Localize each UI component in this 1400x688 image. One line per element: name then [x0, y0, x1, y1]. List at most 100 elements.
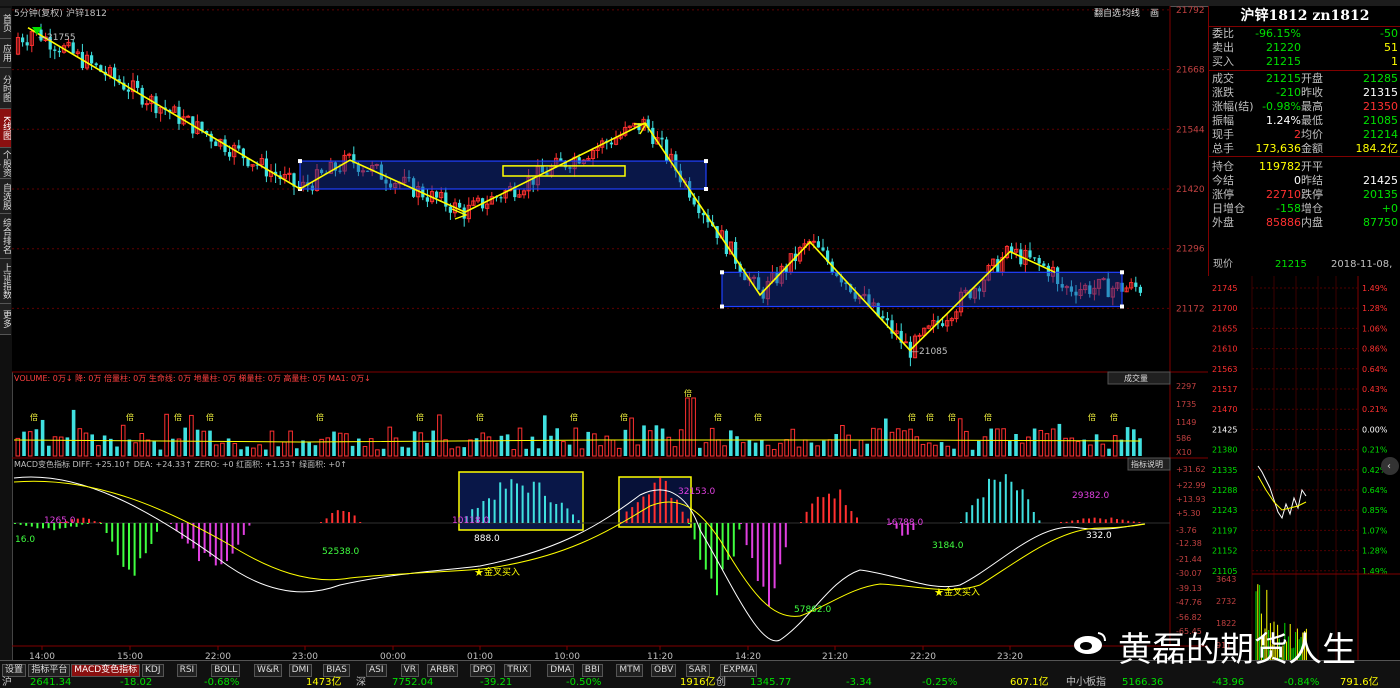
mini-pct-tick: 0.85%	[1362, 506, 1388, 515]
indicator-tab-3[interactable]: KDJ	[142, 664, 164, 677]
index-value: 创	[716, 677, 726, 688]
quote-row: 总手 173,636 金额 184.2亿	[1209, 142, 1400, 156]
volume-bar	[790, 428, 796, 457]
volume-bar	[22, 431, 26, 456]
indicator-tab-16[interactable]: MTM	[616, 664, 644, 677]
macd-bar	[499, 482, 502, 523]
quote-row: 委比 -96.15% -50	[1209, 27, 1400, 41]
quote-v: 0	[1294, 174, 1301, 187]
indicator-tab-2[interactable]: MACD变色指标	[71, 664, 141, 677]
indicator-tab-14[interactable]: DMA	[547, 664, 575, 677]
macd-histogram	[12, 474, 1170, 642]
volume-bar	[642, 425, 646, 456]
volume-bar	[486, 436, 492, 457]
indicator-tab-1[interactable]: 指标平台	[28, 664, 71, 677]
quote-l2: 跌停	[1301, 188, 1323, 201]
volume-bei-label: 倍	[476, 412, 484, 422]
indicator-tab-8[interactable]: BIAS	[323, 664, 350, 677]
indicator-tab-18[interactable]: SAR	[685, 664, 710, 677]
quote-v2: 51	[1384, 41, 1398, 54]
quote-l: 委比	[1212, 27, 1234, 40]
volume-bar	[251, 447, 256, 457]
volume-bar	[771, 448, 777, 457]
macd-bar	[648, 494, 650, 523]
indicator-tab-12[interactable]: DPO	[469, 664, 496, 677]
macd-bar	[320, 522, 322, 523]
quote-l: 外盘	[1212, 216, 1234, 229]
volume-bar	[871, 427, 876, 457]
candle-body	[435, 191, 439, 198]
volume-bar	[760, 439, 764, 456]
macd-bar	[336, 510, 339, 523]
macd-bar	[555, 503, 558, 523]
indicator-tab-17[interactable]: OBV	[651, 664, 677, 677]
macd-value-label: 57862.0	[794, 605, 831, 615]
index-value: -43.96	[1212, 677, 1245, 688]
candle-body	[25, 42, 29, 46]
candle-body	[1138, 286, 1142, 293]
volume-bar	[902, 430, 907, 457]
macd-bar	[577, 520, 580, 523]
volume-bar	[970, 449, 975, 456]
candle-body	[144, 103, 149, 106]
volume-bar	[995, 428, 1000, 457]
indicator-tab-13[interactable]: TRIX	[504, 664, 531, 677]
quote-v2: 184.2亿	[1355, 142, 1399, 155]
candle-body	[1033, 257, 1037, 259]
macd-bar	[1127, 520, 1130, 523]
indicator-tab-10[interactable]: VR	[400, 664, 420, 677]
volume-bei-label: 倍	[620, 412, 628, 422]
volume-bar	[698, 447, 702, 456]
volume-bar	[307, 442, 311, 456]
quote-row: 外盘 85886 内盘 87750	[1209, 216, 1400, 230]
macd-tick: -56.82	[1176, 613, 1202, 622]
indicator-tab-0[interactable]: 设置	[2, 664, 27, 677]
mini-price-tick: 21563	[1212, 365, 1237, 374]
indicator-tab-15[interactable]: BBI	[581, 664, 603, 677]
quote-l: 持仓	[1212, 160, 1234, 173]
box-handle	[704, 159, 708, 164]
time-tick: 01:00	[467, 652, 493, 660]
macd-bar	[1093, 517, 1096, 523]
mini-pct-tick: 1.28%	[1362, 547, 1388, 556]
macd-bar	[111, 523, 114, 542]
macd-bar	[209, 523, 212, 557]
macd-bar	[756, 523, 759, 582]
macd-bar	[532, 481, 535, 523]
indicator-tab-6[interactable]: W&R	[254, 664, 283, 677]
toolbar-button-2: 画	[1150, 8, 1159, 19]
quote-v: -158	[1276, 202, 1301, 215]
macd-bar	[144, 523, 147, 554]
candle-body	[1037, 258, 1041, 264]
mini-pct-tick: 0.64%	[1362, 365, 1388, 374]
volume-bei-label: 倍	[416, 412, 424, 422]
indicator-tab-7[interactable]: DMI	[288, 664, 312, 677]
volume-bar	[269, 430, 275, 457]
candle-body	[660, 137, 664, 140]
indicator-tab-5[interactable]: BOLL	[211, 664, 241, 677]
macd-bar	[116, 523, 119, 556]
volume-bar	[1032, 428, 1037, 456]
volume-bar	[735, 436, 739, 456]
macd-bar	[36, 523, 39, 529]
candle-body	[458, 202, 462, 208]
indicator-tab-4[interactable]: RSI	[176, 664, 198, 677]
weibo-icon	[1074, 632, 1106, 654]
quote-panel: 沪锌1812 zn1812 委比 -96.15% -50 卖出 21220 51 买入 212…	[1208, 6, 1400, 254]
candle-body	[53, 49, 57, 51]
macd-bar	[1099, 518, 1102, 523]
indicator-tab-11[interactable]: ARBR	[427, 664, 458, 677]
volume-bar	[189, 414, 194, 457]
indicator-tab-19[interactable]: EXPMA	[720, 664, 758, 677]
macd-bar	[762, 523, 765, 587]
indicator-tab-9[interactable]: ASI	[366, 664, 387, 677]
volume-bar	[579, 448, 585, 457]
volume-bar	[152, 441, 156, 456]
mini-price-tick: 21470	[1212, 405, 1237, 414]
macd-bar	[100, 523, 102, 524]
price-tick: 21296	[1176, 245, 1205, 255]
volume-bar	[536, 448, 541, 456]
volume-bar	[567, 444, 572, 456]
mini-pct-tick: 1.07%	[1362, 526, 1388, 535]
mini-vol-tick: 2732	[1216, 597, 1236, 606]
